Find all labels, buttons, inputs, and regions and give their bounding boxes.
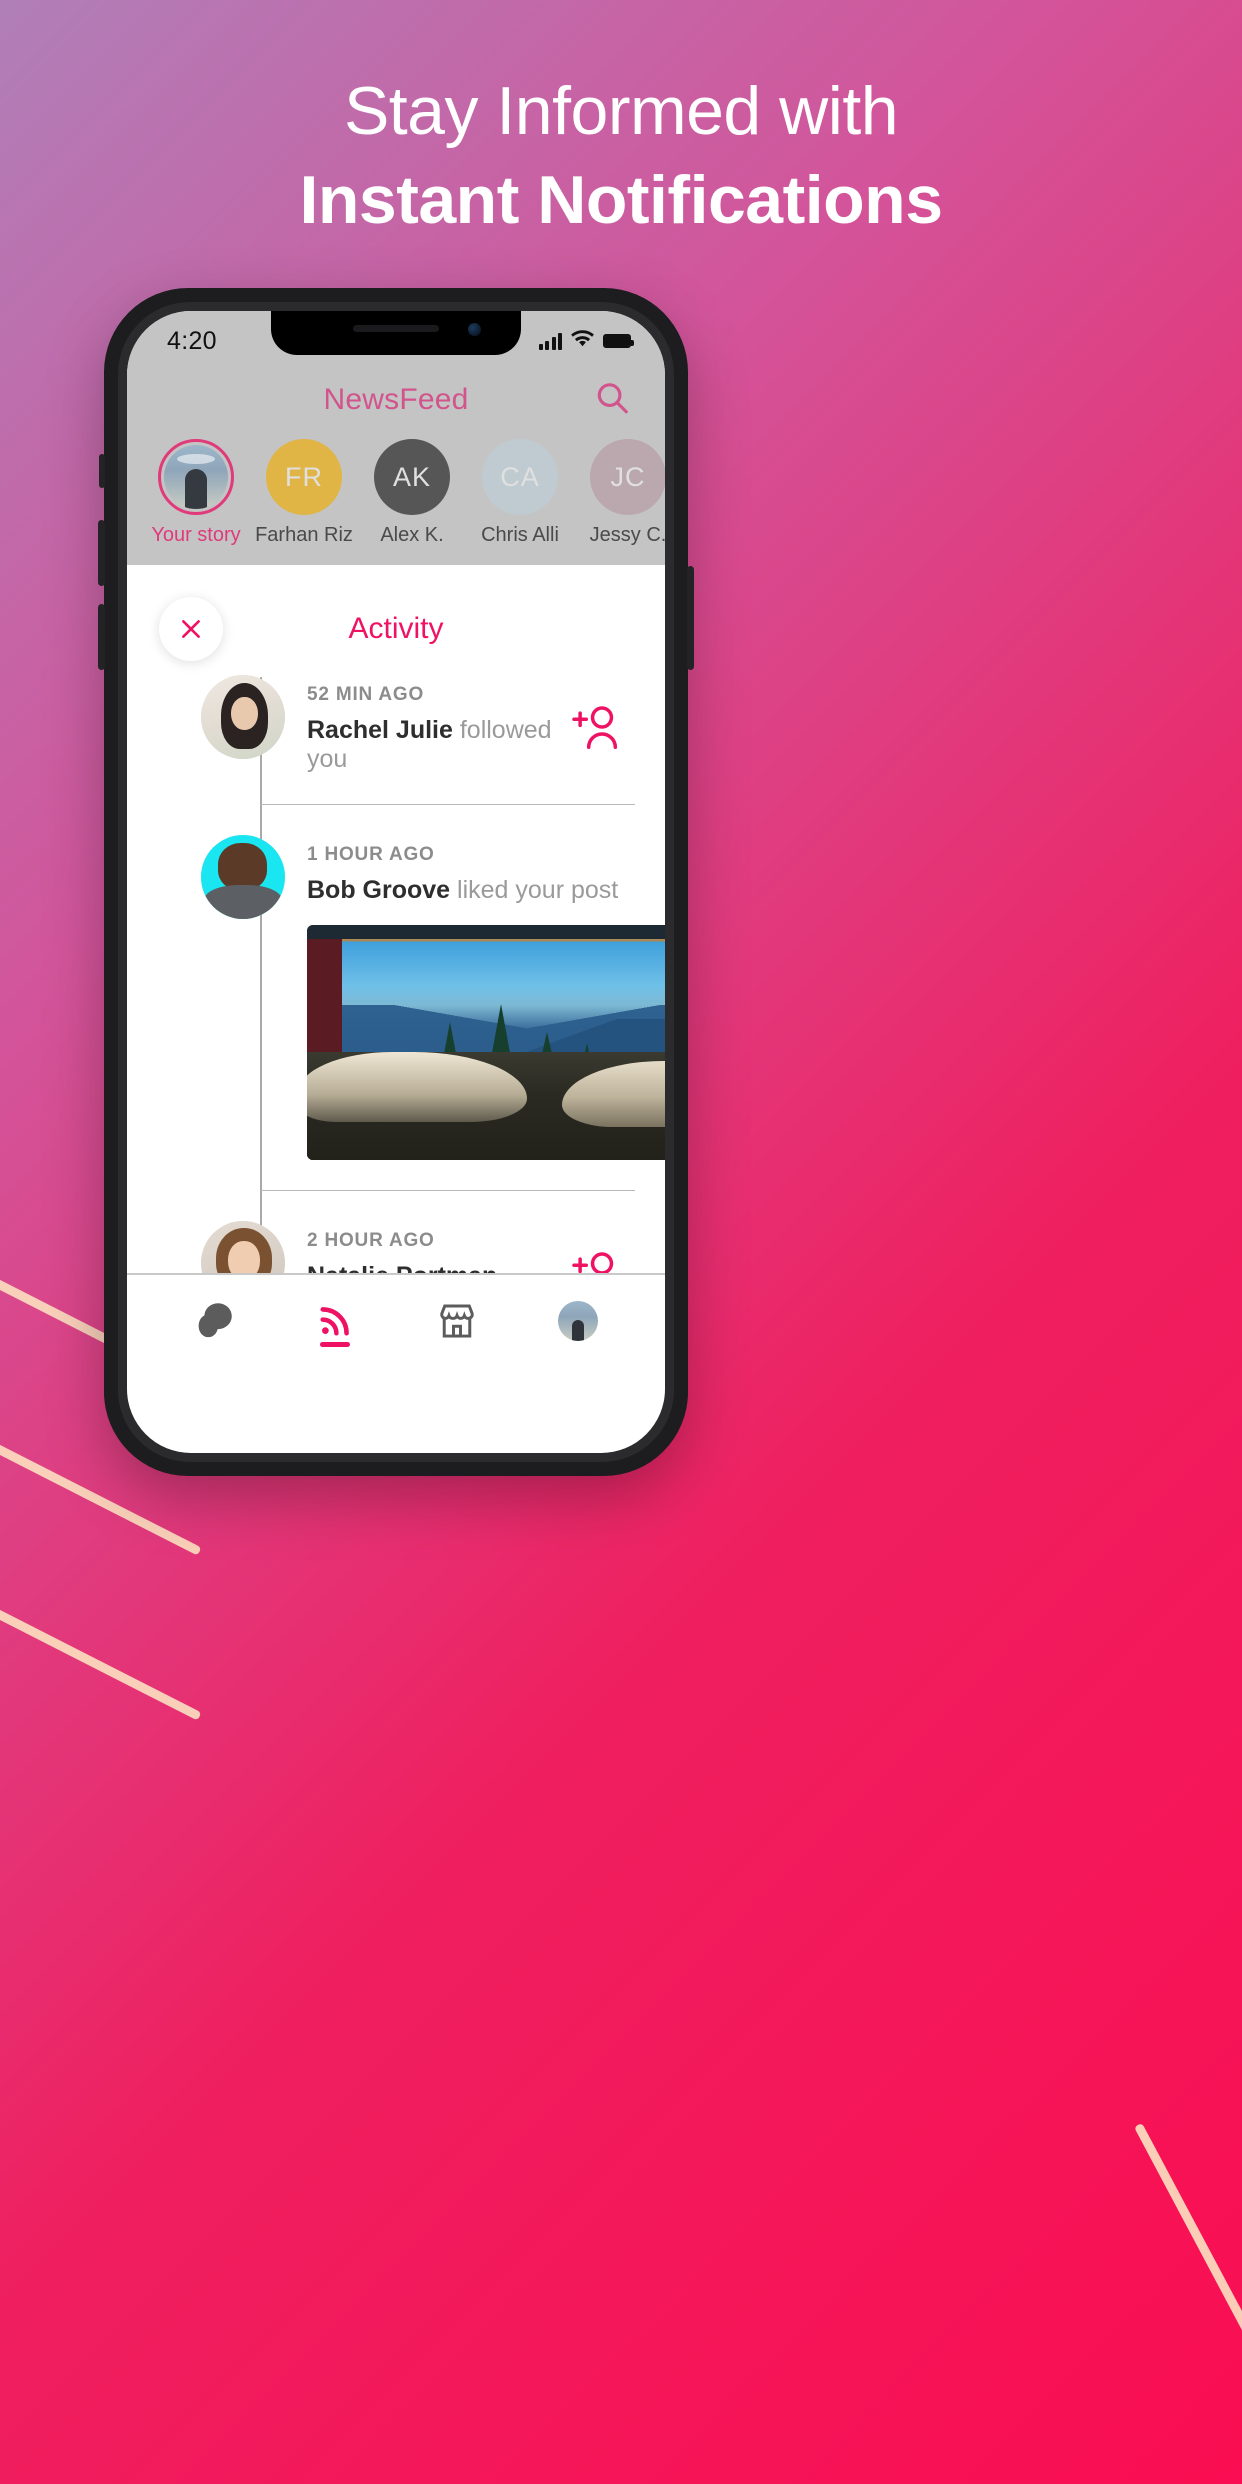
status-time: 4:20 — [167, 327, 217, 355]
your-story-photo — [164, 445, 228, 509]
stories-row[interactable]: Your story FR Farhan Riz AK Alex K. CA C… — [127, 433, 665, 565]
activity-title: Activity — [348, 612, 444, 645]
tab-messages[interactable] — [166, 1286, 262, 1356]
story-initials: AK — [392, 461, 432, 492]
signal-icon — [538, 332, 562, 350]
story-avatar-ring — [158, 439, 234, 515]
power-button[interactable] — [687, 566, 694, 670]
wifi-icon — [571, 330, 594, 352]
story-avatar-initials: CA — [482, 439, 558, 515]
story-avatar-initials: FR — [266, 439, 342, 515]
add-person-icon — [572, 705, 618, 749]
story-label: Jessy C. — [589, 524, 665, 546]
app-header: NewsFeed — [127, 367, 665, 433]
front-camera-icon — [468, 323, 481, 336]
notification-body: 1 HOUR AGO Bob Groove liked your post — [307, 835, 665, 1160]
close-icon — [182, 620, 200, 638]
stripe-right-1 — [1133, 2122, 1242, 2484]
follow-back-button[interactable] — [555, 675, 635, 774]
search-icon[interactable] — [593, 379, 631, 422]
active-tab-indicator — [320, 1342, 351, 1347]
earpiece-speaker — [353, 325, 439, 332]
feed-rss-icon — [320, 1307, 350, 1336]
story-label: Chris Alli — [481, 524, 559, 546]
profile-avatar-icon — [558, 1301, 599, 1341]
mountain-view-from-tent-photo — [307, 925, 665, 1160]
notification-actor: Rachel Julie — [307, 716, 453, 744]
phone-screen: 4:20 NewsFeed Your story FR Farhan Riz A… — [127, 311, 665, 1453]
promo-headline-line2: Instant Notifications — [299, 161, 943, 238]
promo-headline-line1: Stay Informed with — [343, 73, 899, 149]
notification-row[interactable]: 52 MIN AGO Rachel Julie followed you — [127, 675, 665, 774]
avatar — [201, 675, 285, 759]
mute-switch[interactable] — [99, 454, 105, 488]
phone-bezel: 4:20 NewsFeed Your story FR Farhan Riz A… — [118, 302, 674, 1462]
page-title: NewsFeed — [323, 383, 469, 416]
notifications-list: 52 MIN AGO Rachel Julie followed you 1 H… — [127, 675, 665, 1367]
status-icons — [538, 327, 634, 352]
story-initials: CA — [500, 461, 540, 492]
volume-up-button[interactable] — [98, 520, 105, 586]
stripe-left-3 — [0, 1458, 202, 1721]
story-avatar-initials: JC — [590, 439, 665, 515]
notification-action: liked your post — [450, 876, 619, 904]
status-bar: 4:20 — [127, 311, 665, 367]
activity-panel: Activity 52 MIN AGO Rachel Julie followe… — [127, 565, 665, 1367]
avatar — [201, 835, 285, 919]
notification-timestamp: 52 MIN AGO — [307, 684, 425, 705]
notification-row[interactable]: 1 HOUR AGO Bob Groove liked your post — [127, 835, 665, 1160]
story-alex-k[interactable]: AK Alex K. — [361, 439, 463, 547]
volume-down-button[interactable] — [98, 604, 105, 670]
notification-timestamp: 1 HOUR AGO — [307, 844, 435, 865]
notification-text: Bob Groove liked your post — [307, 876, 665, 905]
battery-icon — [603, 334, 634, 348]
story-initials: FR — [285, 461, 323, 492]
chat-bubbles-icon — [198, 1303, 232, 1338]
tab-profile[interactable] — [530, 1286, 626, 1356]
notification-text: Rachel Julie followed you — [307, 716, 555, 774]
notification-timestamp: 2 HOUR AGO — [307, 1230, 435, 1251]
bottom-tab-bar — [127, 1273, 665, 1367]
story-farhan-riz[interactable]: FR Farhan Riz — [253, 439, 355, 547]
notification-divider — [261, 1190, 635, 1191]
promo-headline: Stay Informed with Instant Notifications — [0, 70, 1242, 242]
phone-mockup: 4:20 NewsFeed Your story FR Farhan Riz A… — [98, 288, 694, 1476]
notification-actor: Bob Groove — [307, 876, 451, 904]
story-initials: JC — [610, 461, 646, 492]
story-jessy-c[interactable]: JC Jessy C. — [577, 439, 665, 547]
tab-marketplace[interactable] — [409, 1286, 505, 1356]
activity-panel-header: Activity — [127, 565, 665, 675]
story-your-story[interactable]: Your story — [145, 439, 247, 547]
story-chris-alli[interactable]: CA Chris Alli — [469, 439, 571, 547]
notch — [271, 311, 521, 355]
story-label: Your story — [151, 524, 241, 546]
story-avatar-initials: AK — [374, 439, 450, 515]
tab-newsfeed[interactable] — [287, 1286, 383, 1356]
close-button[interactable] — [159, 597, 223, 661]
post-image[interactable] — [307, 925, 665, 1160]
notification-divider — [261, 804, 635, 805]
story-label: Farhan Riz — [255, 524, 353, 546]
notification-body: 52 MIN AGO Rachel Julie followed you — [307, 675, 555, 774]
store-icon — [440, 1304, 474, 1338]
story-label: Alex K. — [380, 524, 444, 546]
